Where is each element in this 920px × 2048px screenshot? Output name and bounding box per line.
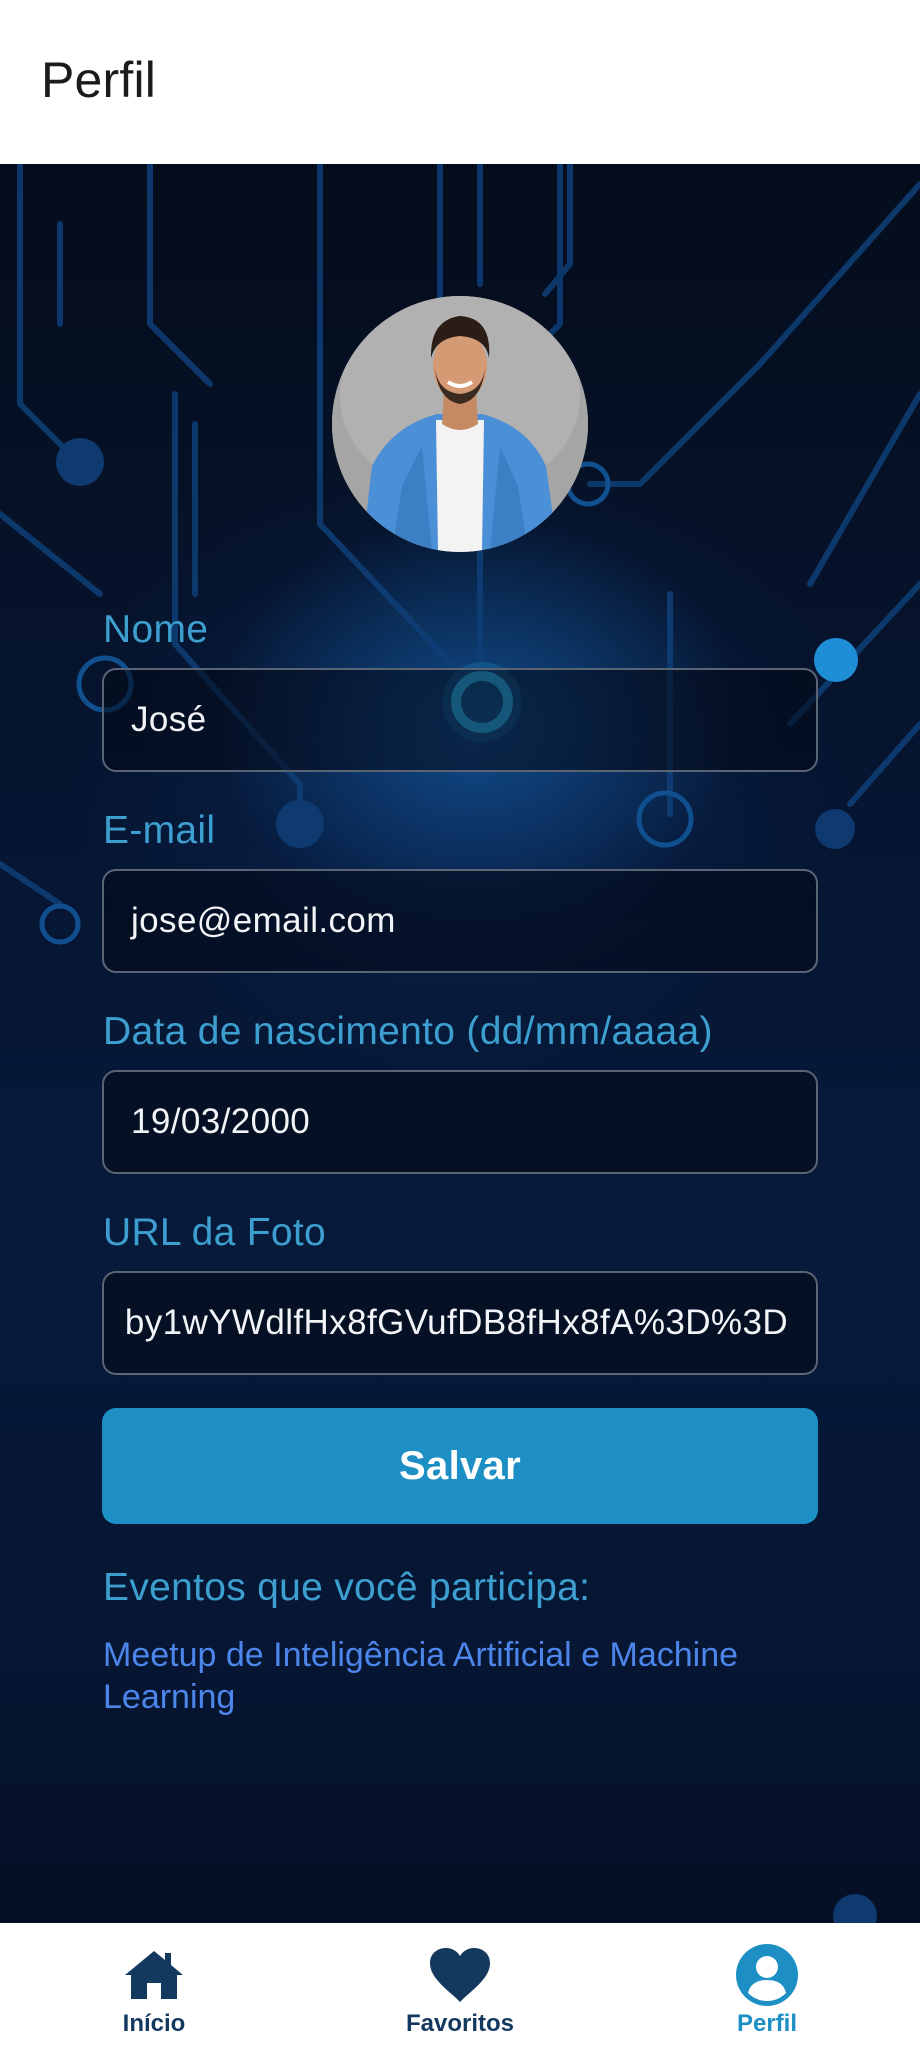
nav-item-inicio[interactable]: Início xyxy=(54,1923,254,2048)
user-icon xyxy=(735,1943,799,2007)
person-photo-icon xyxy=(332,296,588,552)
save-button[interactable]: Salvar xyxy=(102,1408,818,1524)
birthdate-label: Data de nascimento (dd/mm/aaaa) xyxy=(103,1010,713,1053)
nav-label-favoritos: Favoritos xyxy=(405,2010,515,2037)
birthdate-value: 19/03/2000 xyxy=(131,1102,311,1141)
app-root: Perfil Nome José E-mail jose@email.com D… xyxy=(0,0,920,2048)
app-header: Perfil xyxy=(0,0,920,164)
events-title: Eventos que você participa: xyxy=(103,1566,591,1609)
bottom-navigation: Início Favoritos Perfil xyxy=(0,1923,920,2048)
name-label: Nome xyxy=(103,608,209,651)
name-value: José xyxy=(131,700,207,739)
email-field[interactable]: jose@email.com xyxy=(102,869,818,973)
photo-url-value: by1wYWdlfHx8fGVufDB8fHx8fA%3D%3D xyxy=(124,1303,788,1342)
nav-item-favoritos[interactable]: Favoritos xyxy=(360,1923,560,2048)
save-button-label: Salvar xyxy=(399,1443,521,1488)
page-title: Perfil xyxy=(41,52,157,108)
home-icon xyxy=(121,1943,187,2007)
profile-screen: Nome José E-mail jose@email.com Data de … xyxy=(0,164,920,1923)
nav-label-perfil: Perfil xyxy=(736,2010,798,2037)
nav-label-inicio: Início xyxy=(122,2010,186,2037)
profile-avatar xyxy=(332,296,588,552)
name-field[interactable]: José xyxy=(102,668,818,772)
event-link[interactable]: Meetup de Inteligência Artificial e Mach… xyxy=(103,1634,823,1718)
photo-url-label: URL da Foto xyxy=(103,1211,326,1254)
photo-url-field[interactable]: by1wYWdlfHx8fGVufDB8fHx8fA%3D%3D xyxy=(102,1271,818,1375)
email-value: jose@email.com xyxy=(131,901,396,940)
nav-item-perfil[interactable]: Perfil xyxy=(667,1923,867,2048)
birthdate-field[interactable]: 19/03/2000 xyxy=(102,1070,818,1174)
email-label: E-mail xyxy=(103,809,216,852)
heart-icon xyxy=(428,1943,492,2007)
